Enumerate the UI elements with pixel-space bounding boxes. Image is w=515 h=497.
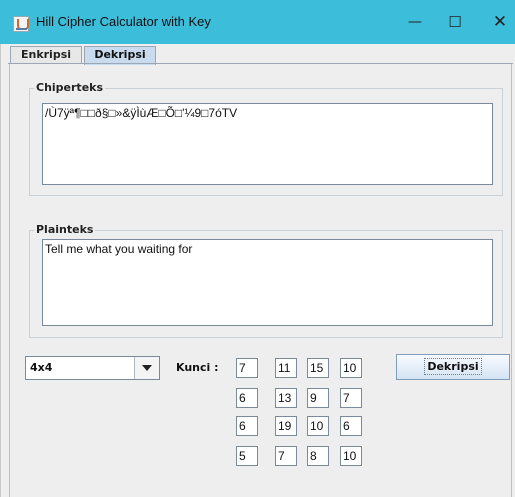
key-cell-r2c4[interactable]: 7 [340,388,362,408]
key-cell-r2c3[interactable]: 9 [307,388,329,408]
key-cell-r3c3[interactable]: 10 [307,416,329,436]
matrix-size-value: 4x4 [30,361,53,374]
window-title: Hill Cipher Calculator with Key [36,14,211,29]
decrypt-button[interactable]: Dekripsi [396,354,510,380]
decrypt-button-label: Dekripsi [424,358,482,375]
title-bar[interactable]: Hill Cipher Calculator with Key — ☐ ✕ [0,0,515,44]
key-cell-r4c4[interactable]: 10 [340,446,362,466]
maximize-button[interactable]: ☐ [440,10,470,34]
key-cell-r4c3[interactable]: 8 [307,446,329,466]
key-cell-r2c1[interactable]: 6 [236,388,258,408]
ciphertext-label: Chiperteks [34,81,106,94]
minimize-button[interactable]: — [400,10,430,34]
key-cell-r3c2[interactable]: 19 [275,416,297,436]
key-cell-r4c1[interactable]: 5 [236,446,258,466]
key-cell-r1c1[interactable]: 7 [236,358,258,378]
key-cell-r3c1[interactable]: 6 [236,416,258,436]
key-cell-r4c2[interactable]: 7 [275,446,297,466]
key-label: Kunci : [176,361,219,374]
key-cell-r1c4[interactable]: 10 [340,358,362,378]
matrix-size-select[interactable]: 4x4 [25,356,160,380]
java-cup-icon [13,16,29,32]
close-button[interactable]: ✕ [485,10,515,34]
chevron-down-icon[interactable] [134,357,159,379]
key-cell-r2c2[interactable]: 13 [275,388,297,408]
tab-enkripsi[interactable]: Enkripsi [10,46,82,64]
plaintext-textarea[interactable]: Tell me what you waiting for [42,239,493,326]
key-cell-r1c3[interactable]: 15 [307,358,329,378]
key-cell-r3c4[interactable]: 6 [340,416,362,436]
key-cell-r1c2[interactable]: 11 [275,358,297,378]
plaintext-label: Plainteks [34,223,96,236]
ciphertext-textarea[interactable]: /Ù7ÿª¶□□ð§□»&ÿÌùÆ□Õ□'¼9□7óTV [42,103,493,185]
